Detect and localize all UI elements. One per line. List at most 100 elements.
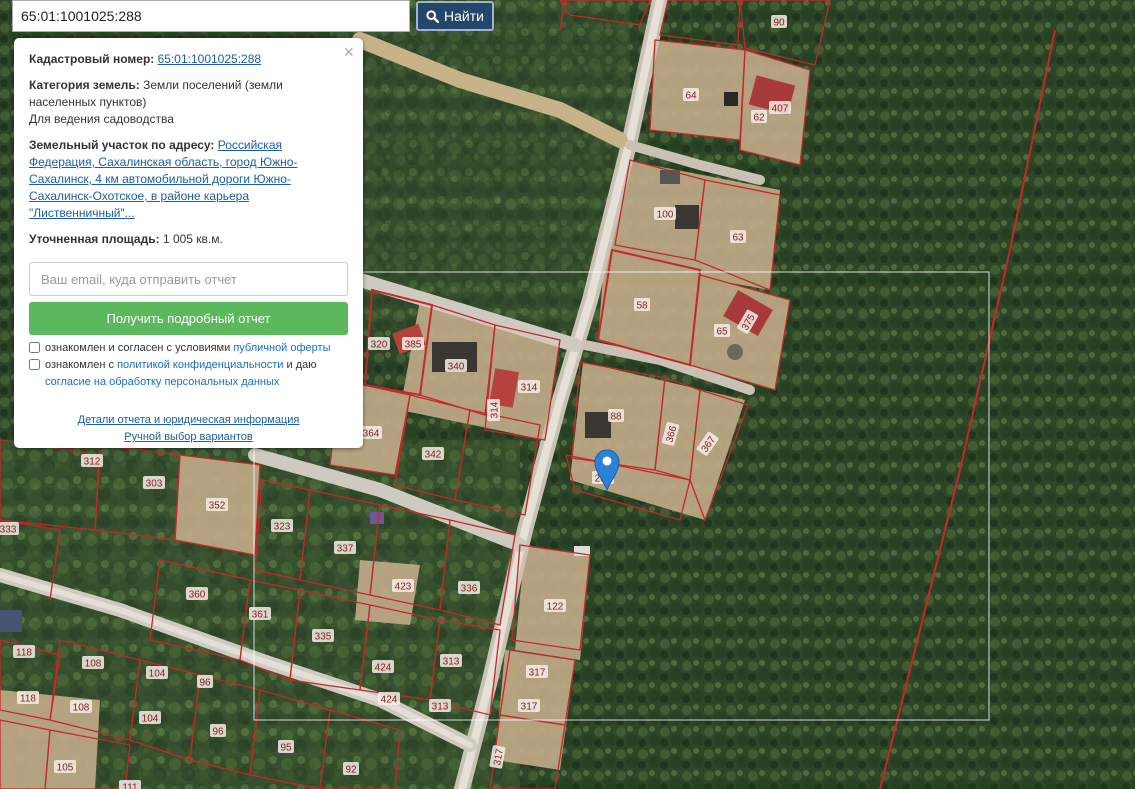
svg-text:111: 111: [122, 783, 138, 789]
plot-number: 385: [402, 337, 424, 351]
plot-number: 336: [458, 581, 480, 595]
plot-number: 424: [378, 692, 400, 706]
plot-number: 320: [368, 337, 390, 351]
personal-data-consent-link[interactable]: согласие на обработку персональных данны…: [45, 376, 279, 388]
plot-number: 118: [17, 691, 39, 705]
plot-number: 90: [771, 15, 787, 29]
plot-number: 118: [13, 645, 35, 659]
svg-text:352: 352: [209, 501, 226, 512]
plot-number: 303: [143, 476, 165, 490]
search-button-label: Найти: [444, 8, 484, 24]
svg-text:90: 90: [773, 18, 785, 29]
cadastral-label: Кадастровый номер:: [29, 52, 155, 66]
plot-number: 361: [249, 607, 271, 621]
plot-number: 317: [526, 665, 548, 679]
svg-text:122: 122: [547, 602, 564, 613]
search-icon: [426, 9, 440, 23]
plot-number: 407: [769, 101, 791, 115]
privacy-consent: ознакомлен с политикой конфиденциальност…: [29, 357, 348, 391]
svg-text:104: 104: [149, 669, 166, 680]
svg-text:424: 424: [375, 663, 392, 674]
manual-selection-link[interactable]: Ручной выбор вариантов: [29, 429, 348, 446]
svg-text:58: 58: [636, 301, 648, 312]
address-label: Земельный участок по адресу:: [29, 138, 215, 152]
plot-number: 62: [751, 110, 767, 124]
plot-number: 360: [186, 587, 208, 601]
get-report-button[interactable]: Получить подробный отчет: [29, 302, 348, 335]
plot-number: 105: [54, 760, 76, 774]
plot-number: 313: [440, 654, 462, 668]
plot-number: 104: [146, 666, 168, 680]
svg-text:364: 364: [363, 429, 380, 440]
plot-number: 96: [197, 675, 213, 689]
svg-text:104: 104: [142, 714, 159, 725]
area-value: 1 005 кв.м.: [162, 232, 223, 246]
svg-text:303: 303: [146, 479, 163, 490]
svg-text:340: 340: [448, 362, 465, 373]
svg-text:92: 92: [345, 765, 357, 776]
svg-text:96: 96: [199, 678, 211, 689]
svg-text:424: 424: [381, 695, 398, 706]
svg-text:95: 95: [280, 743, 292, 754]
report-details-link[interactable]: Детали отчета и юридическая информация: [29, 412, 348, 429]
offer-consent-text: ознакомлен и согласен с условиями: [45, 342, 234, 354]
svg-text:335: 335: [315, 632, 332, 643]
svg-text:313: 313: [432, 702, 449, 713]
close-icon[interactable]: ×: [343, 43, 354, 61]
plot-number: 312: [81, 454, 103, 468]
svg-text:108: 108: [85, 659, 102, 670]
svg-text:323: 323: [274, 522, 291, 533]
plot-number: 317: [518, 699, 540, 713]
svg-text:336: 336: [461, 584, 478, 595]
cadastral-number-link[interactable]: 65:01:1001025:288: [158, 52, 261, 66]
svg-text:320: 320: [371, 340, 388, 351]
svg-text:118: 118: [20, 694, 36, 705]
svg-text:62: 62: [753, 113, 765, 124]
privacy-consent-text-a: ознакомлен с: [45, 359, 118, 371]
public-offer-link[interactable]: публичной оферты: [233, 342, 330, 354]
plot-number: 424: [372, 660, 394, 674]
plot-number: 342: [422, 447, 444, 461]
plot-number: 92: [343, 762, 359, 776]
search-button[interactable]: Найти: [416, 1, 494, 31]
plot-number: 337: [334, 541, 356, 555]
parcel-info-panel: × Кадастровый номер: 65:01:1001025:288 К…: [14, 38, 363, 448]
svg-text:333: 333: [0, 525, 17, 536]
svg-text:317: 317: [521, 702, 538, 713]
privacy-consent-text-b: и даю: [283, 359, 317, 371]
svg-text:317: 317: [529, 668, 546, 679]
plot-number: 313: [429, 699, 451, 713]
footer-links: Детали отчета и юридическая информация Р…: [29, 412, 348, 446]
plot-number: 65: [714, 324, 730, 338]
svg-text:108: 108: [73, 703, 90, 714]
plot-number: 88: [608, 409, 624, 423]
plot-number: 111: [119, 780, 141, 789]
svg-text:63: 63: [732, 233, 744, 244]
usage-text: Для ведения садоводства: [29, 112, 174, 126]
search-input[interactable]: [12, 0, 410, 32]
plot-number: 64: [683, 88, 699, 102]
svg-text:105: 105: [57, 763, 74, 774]
privacy-policy-link[interactable]: политикой конфиденциальности: [117, 359, 283, 371]
svg-text:361: 361: [252, 610, 269, 621]
svg-text:88: 88: [610, 412, 622, 423]
cadastral-row: Кадастровый номер: 65:01:1001025:288: [29, 51, 348, 68]
plot-number: 58: [634, 298, 650, 312]
svg-text:64: 64: [685, 91, 697, 102]
plot-number: 104: [139, 711, 161, 725]
offer-consent-checkbox[interactable]: [29, 342, 40, 353]
privacy-consent-checkbox[interactable]: [29, 359, 40, 370]
area-row: Уточненная площадь: 1 005 кв.м.: [29, 231, 348, 248]
area-label: Уточненная площадь:: [29, 232, 160, 246]
category-row: Категория земель: Земли поселений (земли…: [29, 77, 348, 111]
svg-text:100: 100: [657, 210, 674, 221]
offer-consent: ознакомлен и согласен с условиями публич…: [29, 340, 348, 357]
plot-number: 122: [544, 599, 566, 613]
plot-number: 340: [445, 359, 467, 373]
svg-text:423: 423: [395, 582, 412, 593]
email-input[interactable]: [29, 262, 348, 296]
plot-number: 314: [518, 380, 540, 394]
svg-text:314: 314: [490, 401, 501, 418]
svg-text:118: 118: [16, 648, 32, 659]
svg-text:360: 360: [189, 590, 206, 601]
